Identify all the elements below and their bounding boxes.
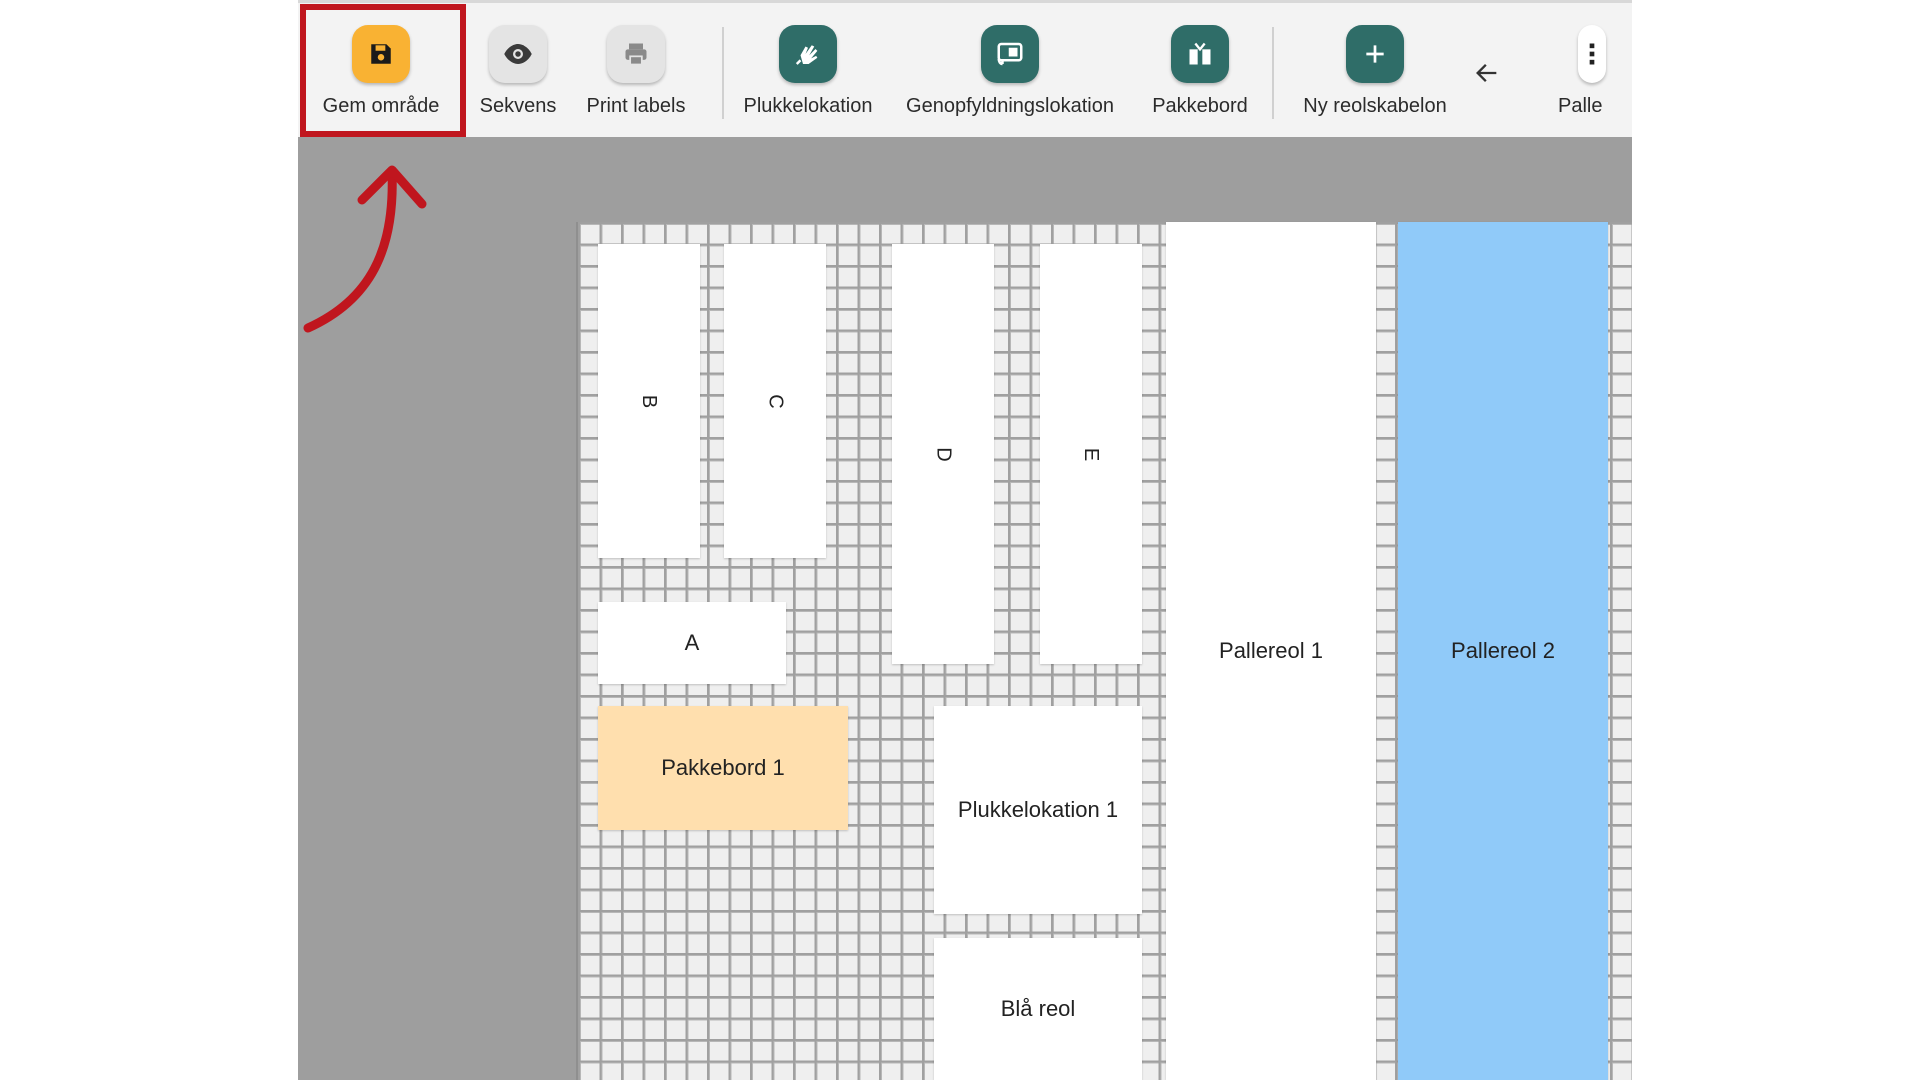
eye-icon bbox=[489, 25, 547, 83]
toolbar: Gem område Sekvens Print labels Plukkelo… bbox=[298, 0, 1632, 137]
arrow-left-icon[interactable] bbox=[1469, 55, 1505, 91]
pallet-label: Palle bbox=[1558, 95, 1603, 117]
packing-table-1-label: Pakkebord 1 bbox=[661, 755, 785, 780]
shelf-a-label: A bbox=[684, 630, 700, 655]
hand-pick-icon bbox=[779, 25, 837, 83]
layout-grid-canvas[interactable]: B C D E A Pakkebord 1 Plukkelokation 1 B… bbox=[576, 222, 1632, 1080]
blue-shelf-label: Blå reol bbox=[1000, 996, 1076, 1021]
package-icon bbox=[1171, 25, 1229, 83]
blue-shelf[interactable]: Blå reol bbox=[934, 938, 1142, 1080]
more-vertical-icon bbox=[1578, 25, 1606, 83]
save-icon bbox=[352, 25, 410, 83]
shelf-b[interactable]: B bbox=[598, 244, 700, 558]
pointer-arrow-icon bbox=[303, 165, 427, 333]
warehouse-layout-editor: Gem område Sekvens Print labels Plukkelo… bbox=[298, 0, 1632, 1080]
save-area-button[interactable]: Gem område bbox=[308, 3, 454, 140]
pick-location-label: Plukkelokation bbox=[743, 95, 873, 117]
pallet-rack-1-label: Pallereol 1 bbox=[1219, 638, 1323, 663]
shelf-d[interactable]: D bbox=[892, 244, 994, 664]
shelf-c-label: C bbox=[764, 393, 787, 409]
shelf-e[interactable]: E bbox=[1040, 244, 1142, 664]
shelf-d-label: D bbox=[932, 446, 955, 462]
printer-icon bbox=[607, 25, 665, 83]
pallet-rack-2[interactable]: Pallereol 2 bbox=[1398, 222, 1608, 1080]
save-area-label: Gem område bbox=[322, 95, 440, 117]
sequence-button[interactable]: Sekvens bbox=[468, 3, 568, 140]
shelf-e-label: E bbox=[1080, 447, 1103, 461]
packing-table-button[interactable]: Pakkebord bbox=[1140, 3, 1260, 140]
plus-icon bbox=[1346, 25, 1404, 83]
refill-location-button[interactable]: Genopfyldningslokation bbox=[892, 3, 1128, 140]
shelf-b-label: B bbox=[638, 394, 661, 408]
pick-location-1[interactable]: Plukkelokation 1 bbox=[934, 706, 1142, 914]
toolbar-divider bbox=[722, 27, 724, 119]
print-labels-button[interactable]: Print labels bbox=[574, 3, 698, 140]
packing-table-label: Pakkebord bbox=[1152, 95, 1248, 117]
pallet-button[interactable]: Palle bbox=[1556, 3, 1632, 140]
shelf-a[interactable]: A bbox=[598, 602, 786, 684]
print-labels-label: Print labels bbox=[586, 95, 686, 117]
packing-table-1[interactable]: Pakkebord 1 bbox=[598, 706, 848, 830]
pick-location-button[interactable]: Plukkelokation bbox=[738, 3, 878, 140]
shelf-c[interactable]: C bbox=[724, 244, 826, 558]
pick-location-1-label: Plukkelokation 1 bbox=[957, 797, 1119, 822]
toolbar-divider bbox=[1272, 27, 1274, 119]
new-shelf-template-label: Ny reolskabelon bbox=[1303, 95, 1447, 117]
pallet-rack-1[interactable]: Pallereol 1 bbox=[1166, 222, 1376, 1080]
refill-icon bbox=[981, 25, 1039, 83]
pallet-rack-2-label: Pallereol 2 bbox=[1451, 638, 1555, 663]
sequence-label: Sekvens bbox=[479, 95, 557, 117]
new-shelf-template-button[interactable]: Ny reolskabelon bbox=[1288, 3, 1462, 140]
refill-location-label: Genopfyldningslokation bbox=[906, 95, 1114, 117]
